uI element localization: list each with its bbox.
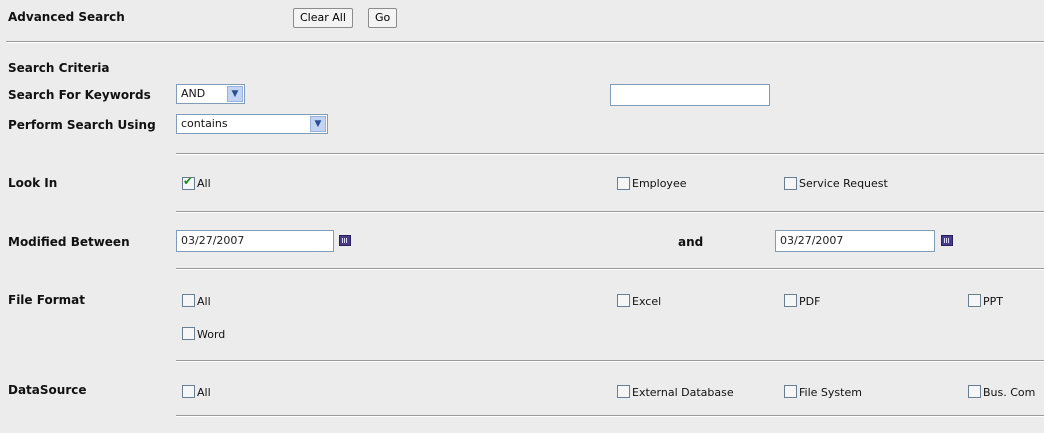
calendar-icon[interactable] [339,235,351,246]
search-criteria-title: Search Criteria [8,61,110,75]
keywords-operator-select[interactable]: AND ▼ [176,84,245,104]
clear-all-button[interactable]: Clear All [293,8,353,28]
look-in-divider [176,211,1044,213]
file-format-label: File Format [8,293,85,307]
go-button[interactable]: Go [368,8,398,28]
header-divider [6,41,1044,43]
search-keywords-label: Search For Keywords [8,88,151,102]
page-title: Advanced Search [8,10,125,24]
perform-search-label: Perform Search Using [8,118,156,132]
look-in-all-checkbox[interactable] [182,174,195,190]
criteria-divider [176,153,1044,155]
look-in-employee-label: Employee [632,177,687,190]
look-in-service-request-label: Service Request [799,177,888,190]
file-format-word-checkbox[interactable] [182,327,195,340]
datasource-bus-com-checkbox[interactable] [968,385,981,398]
datasource-divider [176,415,1044,417]
chevron-down-icon[interactable]: ▼ [310,116,326,132]
modified-divider [176,268,1044,270]
look-in-all-label: All [197,177,211,190]
datasource-file-system-label: File System [799,386,862,399]
datasource-file-system-checkbox[interactable] [784,385,797,398]
and-label: and [678,235,704,249]
datasource-external-database-checkbox[interactable] [617,385,630,398]
look-in-label: Look In [8,176,58,190]
file-format-all-label: All [197,295,211,308]
file-format-word-label: Word [197,328,226,341]
file-format-excel-label: Excel [632,295,662,308]
look-in-employee-checkbox[interactable] [617,177,630,190]
modified-to-input[interactable]: 03/27/2007 [775,230,935,252]
file-format-pdf-label: PDF [799,295,821,308]
keywords-operator-value: AND [181,87,206,100]
perform-search-value: contains [181,117,228,130]
file-format-all-checkbox[interactable] [182,294,195,307]
file-format-ppt-label: PPT [983,295,1003,308]
datasource-label: DataSource [8,383,87,397]
datasource-all-label: All [197,386,211,399]
file-format-pdf-checkbox[interactable] [784,294,797,307]
modified-between-label: Modified Between [8,235,130,249]
calendar-icon[interactable] [941,235,953,246]
keywords-input[interactable] [610,84,770,106]
file-format-excel-checkbox[interactable] [617,294,630,307]
file-format-ppt-checkbox[interactable] [968,294,981,307]
datasource-all-checkbox[interactable] [182,385,195,398]
datasource-bus-com-label: Bus. Com [983,386,1036,399]
chevron-down-icon[interactable]: ▼ [227,86,243,102]
perform-search-select[interactable]: contains ▼ [176,114,328,134]
modified-from-input[interactable]: 03/27/2007 [176,230,334,252]
look-in-service-request-checkbox[interactable] [784,177,797,190]
file-format-divider [176,360,1044,362]
datasource-external-database-label: External Database [632,386,734,399]
